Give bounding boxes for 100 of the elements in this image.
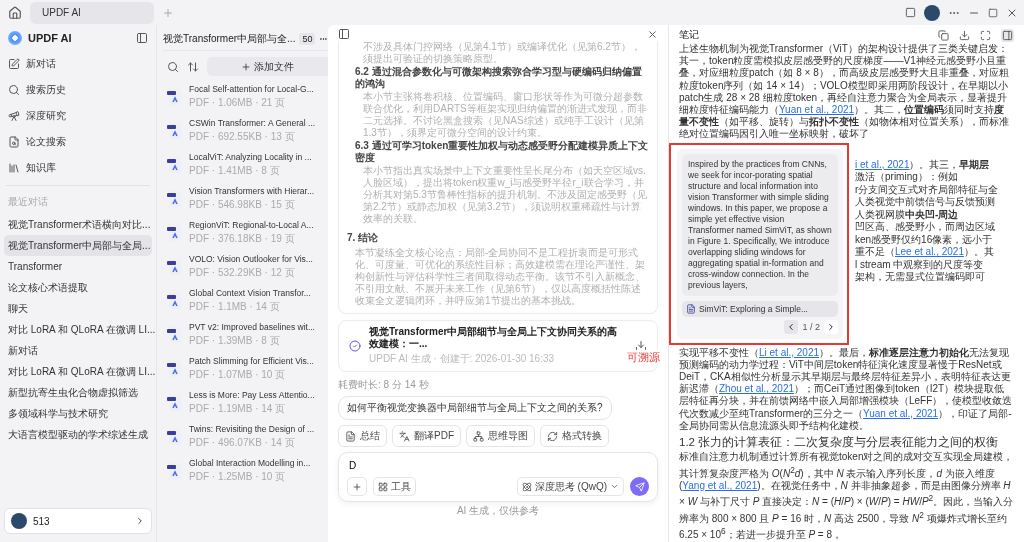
recent-chat-item[interactable]: Transformer xyxy=(4,256,152,277)
history-icon xyxy=(8,84,20,96)
model-select[interactable]: 深度思考 (QwQ) xyxy=(516,477,624,496)
file-meta: PDF · 1.25MB · 10 页 xyxy=(189,470,287,484)
file-item[interactable]: Vision Transformers with Hierar... PDF · 546.98KB · 15 页 xyxy=(163,182,328,216)
outline-heading: 6.3 通过可学习token重要性加权与动态感受野分配建模异质上下文密度 xyxy=(354,140,649,164)
download-icon[interactable] xyxy=(959,29,970,41)
plus-icon xyxy=(241,61,251,72)
file-item[interactable]: Twins: Revisiting the Design of ... PDF · 496.07KB · 14 页 xyxy=(163,420,328,454)
file-item[interactable]: PVT v2: Improved baselines wit... PDF · 1.39MB · 8 页 xyxy=(163,318,328,352)
send-button[interactable] xyxy=(630,477,649,496)
chevron-icon xyxy=(135,516,145,526)
citation-link[interactable]: i et al., 2021 xyxy=(855,158,910,170)
recent-chat-item[interactable]: 视觉Transformer术语横向对比... xyxy=(4,214,152,235)
notes-text-fragment: 凹区高、感受野小，而周边区域 xyxy=(855,221,996,234)
outline-text: 不涉及具体门控网络（见第4.1节）或编译优化（见第6.2节），须提出可验证的切换策略原型。 xyxy=(362,41,642,65)
file-meta: PDF · 1.07MB · 10 页 xyxy=(189,368,287,382)
grid-icon xyxy=(378,481,388,492)
recent-chat-item[interactable]: 大语言模型驱动的学术综述生成 xyxy=(4,424,152,445)
mind-map-icon xyxy=(473,430,484,442)
citation-link[interactable]: Yuan et al., 2021 xyxy=(863,407,939,419)
convert-icon xyxy=(547,430,558,442)
recent-chat-item[interactable]: 新型抗寄生虫化合物虚拟筛选 xyxy=(4,382,152,403)
file-item[interactable]: Global Interaction Modelling in... PDF · 1.25MB · 10 页 xyxy=(163,454,328,488)
outline-text: 本节凝练全文核心论点：局部-全局协同不是工程折衷而是可形式化、可度量、可优化的系统性目标；高效建模需在理论严谨性、架构创新性与评估科学性三者间取得动态平衡。该节不引入新概念、不引用文献、不展开未来工作（见第6节），仅以高度概括性陈述收束全文逻辑闭环，并呼应第1节提出的基本挑战。 xyxy=(354,247,646,307)
file-item[interactable]: Global Context Vision Transfor... PDF · 1.1MB · 14 页 xyxy=(163,284,328,318)
nav-item[interactable]: 深度研究 xyxy=(4,103,152,129)
notes-text-fragment: 人类视觉中前馈信号与反馈预测 xyxy=(855,196,996,209)
add-file-button[interactable]: 添加文件 xyxy=(207,57,328,76)
download-icon[interactable] xyxy=(635,340,647,352)
window-tab[interactable]: UPDF AI xyxy=(30,1,154,24)
citation-link[interactable]: Yuan et al., 2021 xyxy=(779,104,855,115)
duration-text: 耗费时长: 8 分 14 秒 xyxy=(338,378,429,392)
file-meta: PDF · 532.29KB · 12 页 xyxy=(189,266,296,280)
copy-icon[interactable] xyxy=(938,29,949,41)
maximize-icon[interactable] xyxy=(988,7,998,18)
recent-chat-item[interactable]: 论文核心术语提取 xyxy=(4,277,152,298)
panel-icon xyxy=(1002,29,1013,41)
file-item[interactable]: Patch Slimming for Efficient Vis... PDF · 1.07MB · 10 页 xyxy=(163,352,328,386)
file-title: VOLO: Vision Outlooker for Vis... xyxy=(189,254,313,265)
user-avatar[interactable] xyxy=(924,4,940,21)
citation-link[interactable]: Zhou et al., 2021 xyxy=(719,383,795,395)
file-item[interactable]: RegionViT: Regional-to-Local A... PDF · 376.18KB · 19 页 xyxy=(163,216,328,250)
nav-item[interactable]: 搜索历史 xyxy=(4,77,152,103)
notes-paragraph: 上述生物机制为视觉Transformer（ViT）的架构设计提供了三类关键启发：其一，token粒度需模拟皮层感受野的尺度梯度——V1神经元感受野小且重叠，对应细粒度patch（如 8 × 8），而高级皮层感受野大且非重叠，对应粗粒度token序列（如 14 × 14）；VOLO模型即采用两阶段设计，在早期以小patch生成 28 × 28 细粒度token，再经自注意力聚合为全局表示，显著提升细粒度特征编码能力（Yuan et al., 2021）。其二，位置编码须同时支持度量不变性（如平移、旋转）与拓扑不变性（如物体相对位置关系），而标准绝对位置编码因引入唯一坐标映射，破坏了 xyxy=(679,43,1010,141)
send-icon xyxy=(634,481,645,492)
notes-title: 笔记 xyxy=(679,28,699,42)
page-indicator: 1 / 2 xyxy=(802,321,820,332)
collapse-sidebar-icon[interactable] xyxy=(136,32,148,44)
action-chip[interactable]: 翻译PDF xyxy=(392,425,461,447)
citation-link[interactable]: Lee et al., 2021 xyxy=(895,246,964,258)
tools-button[interactable]: 工具 xyxy=(373,477,416,496)
plus-icon xyxy=(352,481,362,492)
search-icon[interactable] xyxy=(167,60,179,73)
citation-link[interactable]: Li et al., 2021 xyxy=(759,346,820,358)
file-title: Global Interaction Modelling in... xyxy=(189,458,311,469)
recent-chat-item[interactable]: 多领域科学与技术研究 xyxy=(4,403,152,424)
home-icon[interactable] xyxy=(8,5,22,20)
research-icon xyxy=(8,110,20,122)
nav-item[interactable]: 新对话 xyxy=(4,51,152,77)
recent-chat-item[interactable]: 视觉Transformer中局部与全局... xyxy=(4,235,152,256)
action-chip[interactable]: 总结 xyxy=(338,425,387,447)
file-item[interactable]: Less is More: Pay Less Attentio... PDF · 1.19MB · 14 页 xyxy=(163,386,328,420)
nav-item[interactable]: 知识库 xyxy=(4,155,152,181)
file-meta: PDF · 1.06MB · 21 页 xyxy=(189,96,287,110)
previous-button[interactable] xyxy=(784,319,799,334)
user-credits-button[interactable]: 513 xyxy=(4,508,152,534)
close-icon[interactable] xyxy=(647,28,658,40)
action-chip[interactable]: 思维导图 xyxy=(466,425,535,447)
file-meta: PDF · 692.55KB · 13 页 xyxy=(189,130,296,144)
file-title: RegionViT: Regional-to-Local A... xyxy=(189,220,314,231)
file-item[interactable]: VOLO: Vision Outlooker for Vis... PDF · 532.29KB · 12 页 xyxy=(163,250,328,284)
source-document-button[interactable]: SimViT: Exploring a Simple... xyxy=(682,300,838,317)
notes-panel-toggle[interactable] xyxy=(1001,28,1014,42)
window-icon[interactable] xyxy=(905,7,916,18)
notes-paragraph: 实现平移不变性（Li et al., 2021）。最后，标准逐层注意力初始化无法复现预测编码的动力学过程：ViT中间层token特征演化速度显著慢于ResNet或DeiT，CKA相似性分析显示其早期层与最终层特征差异小，表明特征表达更新迟滞（Zhou et al., 2021）；而CeiT通过图像到token（I2T）模块提取低层特征再分块，并在前馈网络中嵌入局部增强模块（LeFF），使模型收敛迭代次数减少至纯Transformer的三分之一（Yuan et al., 2021），印证了局部-全局协同需从信息流源头即予结构化建模。 xyxy=(679,346,1014,433)
message-input[interactable]: D 工具 深度思考 (QwQ) xyxy=(338,452,658,502)
file-item[interactable]: CSWin Transformer: A General ... PDF · 692.55KB · 13 页 xyxy=(163,114,328,148)
file-meta: PDF · 1.1MB · 14 页 xyxy=(189,300,281,314)
action-chip[interactable]: 格式转换 xyxy=(540,425,609,447)
file-meta: PDF · 496.07KB · 14 页 xyxy=(189,436,296,450)
file-title: Twins: Revisiting the Design of ... xyxy=(189,424,315,435)
logo-icon xyxy=(8,31,22,45)
section-label: 最近对话 xyxy=(7,195,49,209)
recent-chat-item[interactable]: 新对话 xyxy=(4,340,152,361)
next-button[interactable] xyxy=(824,319,838,334)
panel-toggle-icon[interactable] xyxy=(338,28,350,40)
disclaimer-text: AI 生成，仅供参考 xyxy=(456,504,540,518)
new-icon xyxy=(8,58,20,70)
file-item[interactable]: LocalViT: Analyzing Locality in ... PDF · 1.41MB · 8 页 xyxy=(163,148,328,182)
notes-text-fragment: r分支间交互式对齐局部特征与全 xyxy=(855,183,1000,196)
document-title: 视觉Transformer中局部细节与全局上下文协同关系的高效建模：一... xyxy=(369,326,619,350)
file-title: PVT v2: Improved baselines wit... xyxy=(189,322,315,333)
notes-text-fragment: ken感受野仅约16像素，远小于 xyxy=(855,233,994,246)
sort-icon[interactable] xyxy=(187,60,199,73)
fullscreen-icon[interactable] xyxy=(980,29,991,41)
recent-chat-item[interactable]: 聊天 xyxy=(4,298,152,319)
suggested-question[interactable]: 如何平衡视觉变换器中局部细节与全局上下文之间的关系? xyxy=(338,396,612,420)
file-item[interactable]: Focal Self-attention for Local-G... PDF · 1.06MB · 21 页 xyxy=(163,80,328,114)
nav-item[interactable]: 论文搜索 xyxy=(4,129,152,155)
